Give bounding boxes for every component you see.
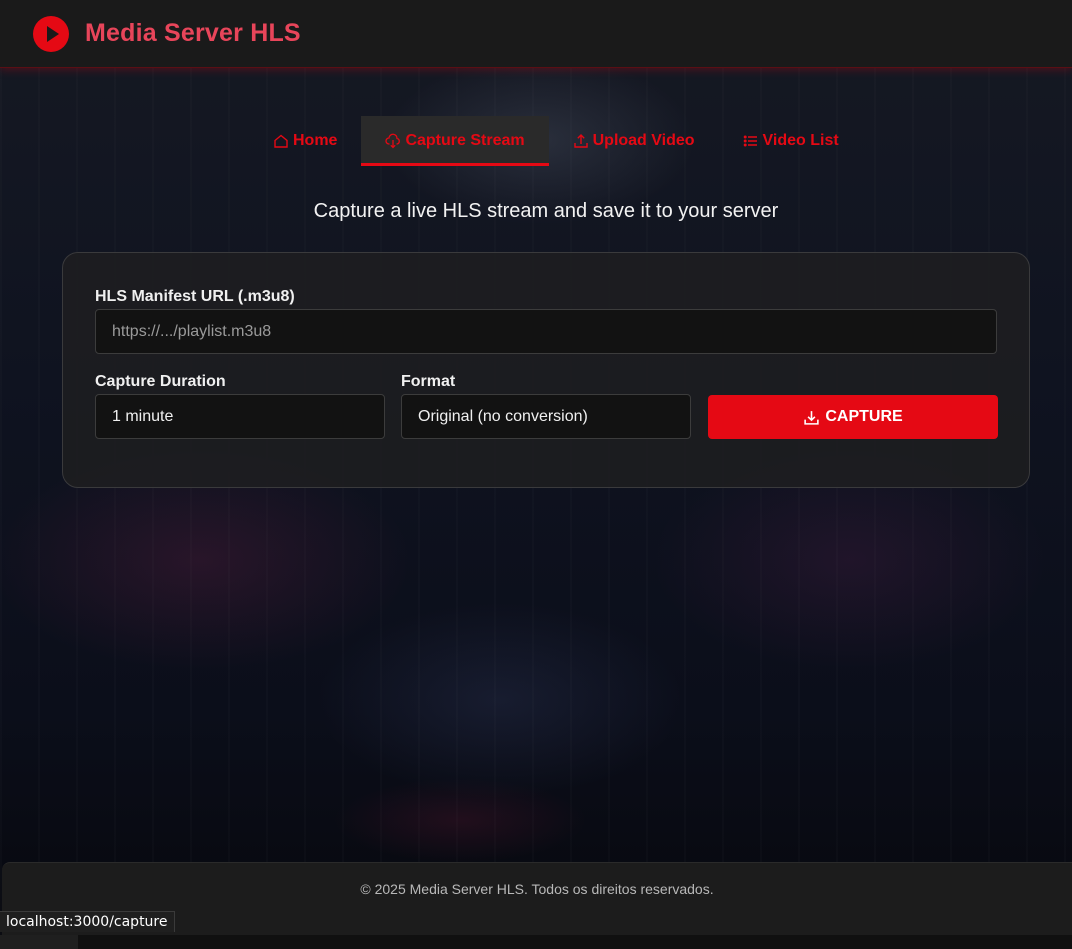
format-label: Format (401, 373, 456, 390)
duration-label: Capture Duration (95, 373, 226, 390)
capture-button-label: CAPTURE (825, 408, 903, 425)
play-logo-icon[interactable] (33, 15, 69, 52)
cloud-download-icon (385, 133, 401, 149)
hls-url-input[interactable] (95, 309, 997, 354)
duration-select-value: 1 minute (112, 407, 174, 425)
page-subtitle: Capture a live HLS stream and save it to… (313, 200, 779, 222)
capture-button[interactable]: CAPTURE (708, 395, 998, 439)
nav-upload-video-label: Upload Video (592, 132, 695, 149)
app-title[interactable]: Media Server HLS (85, 19, 301, 48)
url-label: HLS Manifest URL (.m3u8) (95, 288, 295, 305)
main-nav: Home Capture Stream Upload Video Video L… (249, 116, 863, 166)
bottom-strip (0, 935, 1072, 949)
nav-video-list-label: Video List (762, 132, 839, 149)
capture-form-card: HLS Manifest URL (.m3u8) Capture Duratio… (62, 252, 1030, 488)
duration-select[interactable]: 1 minute (95, 394, 385, 439)
app-header: Media Server HLS (0, 0, 1072, 68)
nav-capture-stream-label: Capture Stream (405, 132, 525, 149)
upload-icon (573, 134, 588, 148)
nav-video-list[interactable]: Video List (719, 116, 863, 166)
nav-capture-stream[interactable]: Capture Stream (361, 116, 549, 166)
app-title-part1: Media Server (85, 19, 244, 47)
nav-home-label: Home (293, 132, 338, 149)
download-icon (804, 410, 819, 425)
footer-copyright: © 2025 Media Server HLS. Todos os direit… (360, 881, 714, 897)
status-url-tooltip: localhost:3000/capture (0, 911, 175, 932)
format-select[interactable]: Original (no conversion) (401, 394, 691, 439)
list-icon (743, 135, 757, 147)
format-select-value: Original (no conversion) (418, 407, 588, 425)
home-icon (274, 134, 288, 148)
nav-upload-video[interactable]: Upload Video (549, 116, 719, 166)
bottom-tab (0, 935, 78, 949)
nav-home[interactable]: Home (249, 116, 361, 166)
app-title-part2: HLS (250, 19, 301, 47)
